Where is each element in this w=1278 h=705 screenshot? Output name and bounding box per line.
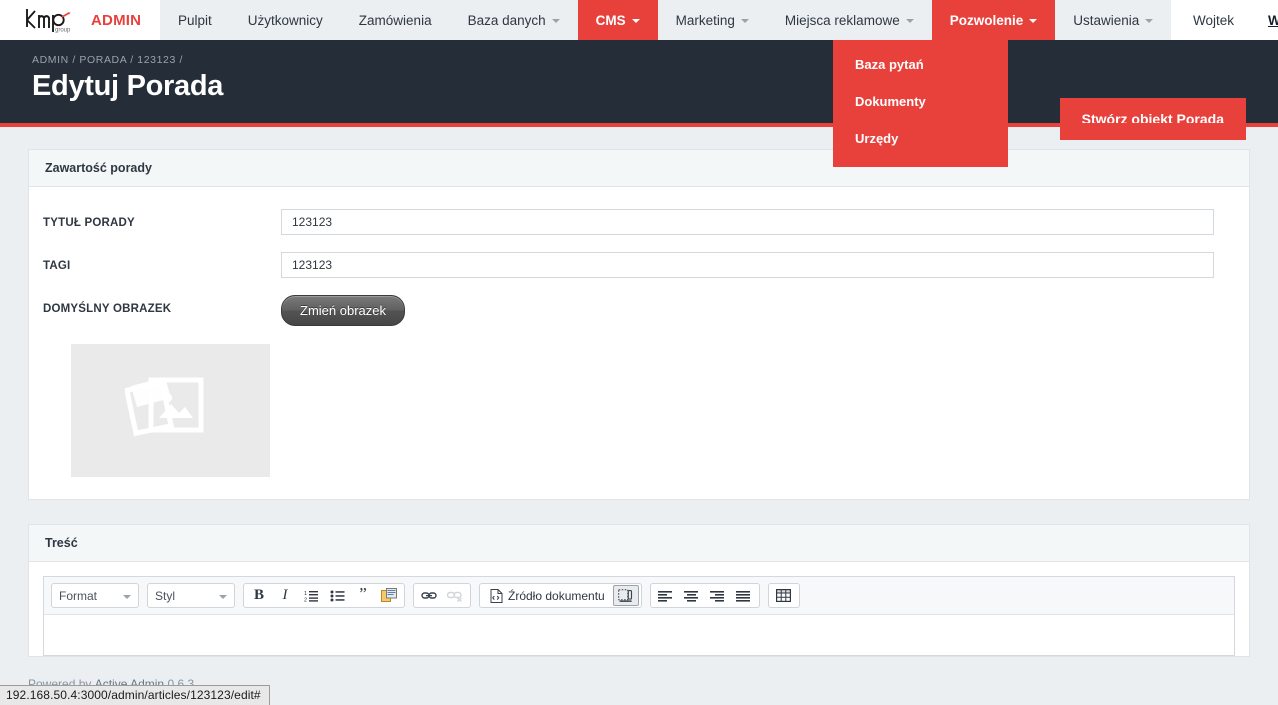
alignment-group [649,583,760,608]
format-select[interactable]: Format [51,583,139,608]
table-icon[interactable] [771,585,797,606]
chevron-down-icon [905,19,914,23]
nav-item-label: Pulpit [178,12,212,28]
align-justify-icon[interactable] [731,585,757,606]
label-tytul-porady: Tytuł porady [43,217,135,229]
align-center-icon[interactable] [679,585,705,606]
logout-link[interactable]: Wyloguj [1268,13,1278,28]
nav-username: Wojtek [1193,12,1235,28]
align-right-icon[interactable] [705,585,731,606]
svg-text:2: 2 [304,597,307,602]
body-panel-title: Treść [29,525,1249,562]
nav-item-uzytkownicy[interactable]: Użytkownicy [230,0,341,40]
nav-item-pozwolenie[interactable]: Pozwolenie [931,0,1056,40]
tytul-porady-input[interactable] [281,209,1214,235]
source-group: Źródło dokumentu [479,583,642,608]
format-select-label: Format [59,588,98,603]
nav-item-miejsca-reklamowe[interactable]: Miejsca reklamowe [767,0,932,40]
style-select[interactable]: Styl [147,583,235,608]
content-panel-body: Tytuł porady Tagi Domyślny obrazek Zmień… [29,187,1249,499]
nav-item-ustawienia[interactable]: Ustawienia [1055,0,1171,40]
nav-item-label: Baza danych [467,12,546,28]
nav-item-zamowienia[interactable]: Zamówienia [341,0,450,40]
chevron-down-icon [551,19,560,23]
source-document-label: Źródło dokumentu [508,588,605,603]
bold-icon[interactable]: B [246,585,272,606]
chevron-down-icon [631,19,640,23]
nav-user-section: Wojtek Wyloguj [1171,0,1278,40]
body-panel: Treść Format Styl B I 1 2 ” Źródło dokum… [28,524,1250,657]
create-porada-button[interactable]: Stwórz obiekt Porada [1059,98,1246,140]
label-tagi: Tagi [43,260,71,272]
table-group [767,583,800,608]
change-image-button[interactable]: Zmień obrazek [281,295,405,326]
svg-text:1: 1 [304,591,307,597]
editor-toolbar: Format Styl B I 12 ” Źródło dokumentu [44,577,1234,615]
chevron-down-icon [1145,19,1154,23]
label-domyslny-obrazek: Domyślny obrazek [43,303,172,315]
nav-items: Pulpit Użytkownicy Zamówienia Baza danyc… [160,0,1171,40]
chevron-down-icon [740,19,749,23]
document-code-icon [490,588,503,603]
paste-from-word-icon[interactable] [376,585,402,606]
unlink-icon [442,585,468,606]
style-select-label: Styl [155,588,176,603]
page-header: ADMIN / PORADA / 123123 / Edytuj Porada … [0,40,1278,140]
dropdown-item-label: Dokumenty [855,94,926,109]
content-panel: Zawartość porady Tytuł porady Tagi Domyś… [28,149,1250,500]
breadcrumb: ADMIN / PORADA / 123123 / [32,54,183,66]
italic-icon[interactable]: I [272,585,298,606]
image-preview-placeholder [71,344,270,477]
nav-item-cms[interactable]: CMS [577,0,658,40]
content-panel-title: Zawartość porady [29,150,1249,187]
dropdown-item-dokumenty[interactable]: Dokumenty [833,83,1008,120]
dropdown-item-label: Urzędy [855,131,899,146]
nav-item-label: Użytkownicy [247,12,323,28]
bulleted-list-icon[interactable] [324,585,350,606]
field-row-default-image: Domyślny obrazek Zmień obrazek [29,295,1249,326]
dropdown-item-baza-pytan[interactable]: Baza pytań [833,46,1008,83]
rich-text-editor: Format Styl B I 12 ” Źródło dokumentu [43,576,1235,656]
browser-status-bar: 192.168.50.4:3000/admin/articles/123123/… [0,685,270,705]
link-icon[interactable] [416,585,442,606]
field-row-tags: Tagi [29,252,1249,278]
field-row-title: Tytuł porady [29,209,1249,235]
numbered-list-icon[interactable]: 12 [298,585,324,606]
chevron-down-icon [123,594,131,599]
nav-item-label: Marketing [675,12,735,28]
show-blocks-icon[interactable] [612,585,639,606]
chevron-down-icon [1029,19,1038,23]
brand-admin-label: ADMIN [91,11,142,29]
nav-item-baza-danych[interactable]: Baza danych [450,0,578,40]
text-format-group: B I 12 ” [243,583,405,608]
blockquote-icon[interactable]: ” [350,585,376,606]
editor-content-area[interactable] [44,615,1234,655]
brand-logo[interactable]: group ADMIN [0,0,160,40]
dropdown-item-label: Baza pytań [855,57,924,72]
align-left-icon[interactable] [653,585,679,606]
chevron-down-icon [219,594,227,599]
image-placeholder-icon [123,368,217,453]
editor-wrapper: Format Styl B I 12 ” Źródło dokumentu [29,562,1249,656]
nav-item-label: Pozwolenie [949,12,1024,28]
kmp-group-logo-icon: group [24,7,82,33]
svg-text:group: group [55,28,71,34]
nav-item-label: Zamówienia [358,12,432,28]
nav-item-label: CMS [595,12,626,28]
nav-item-pulpit[interactable]: Pulpit [160,0,230,40]
top-navigation-bar: group ADMIN Pulpit Użytkownicy Zamówieni… [0,0,1278,40]
source-document-button[interactable]: Źródło dokumentu [482,585,613,606]
pozwolenie-dropdown-menu: Baza pytań Dokumenty Urzędy [833,40,1008,167]
tagi-input[interactable] [281,252,1214,278]
main-content: Zawartość porady Tytuł porady Tagi Domyś… [0,123,1278,701]
nav-item-marketing[interactable]: Marketing [658,0,767,40]
link-group [413,583,471,608]
nav-item-label: Miejsca reklamowe [784,12,900,28]
nav-item-label: Ustawienia [1073,12,1140,28]
dropdown-item-urzedy[interactable]: Urzędy [833,120,1008,157]
